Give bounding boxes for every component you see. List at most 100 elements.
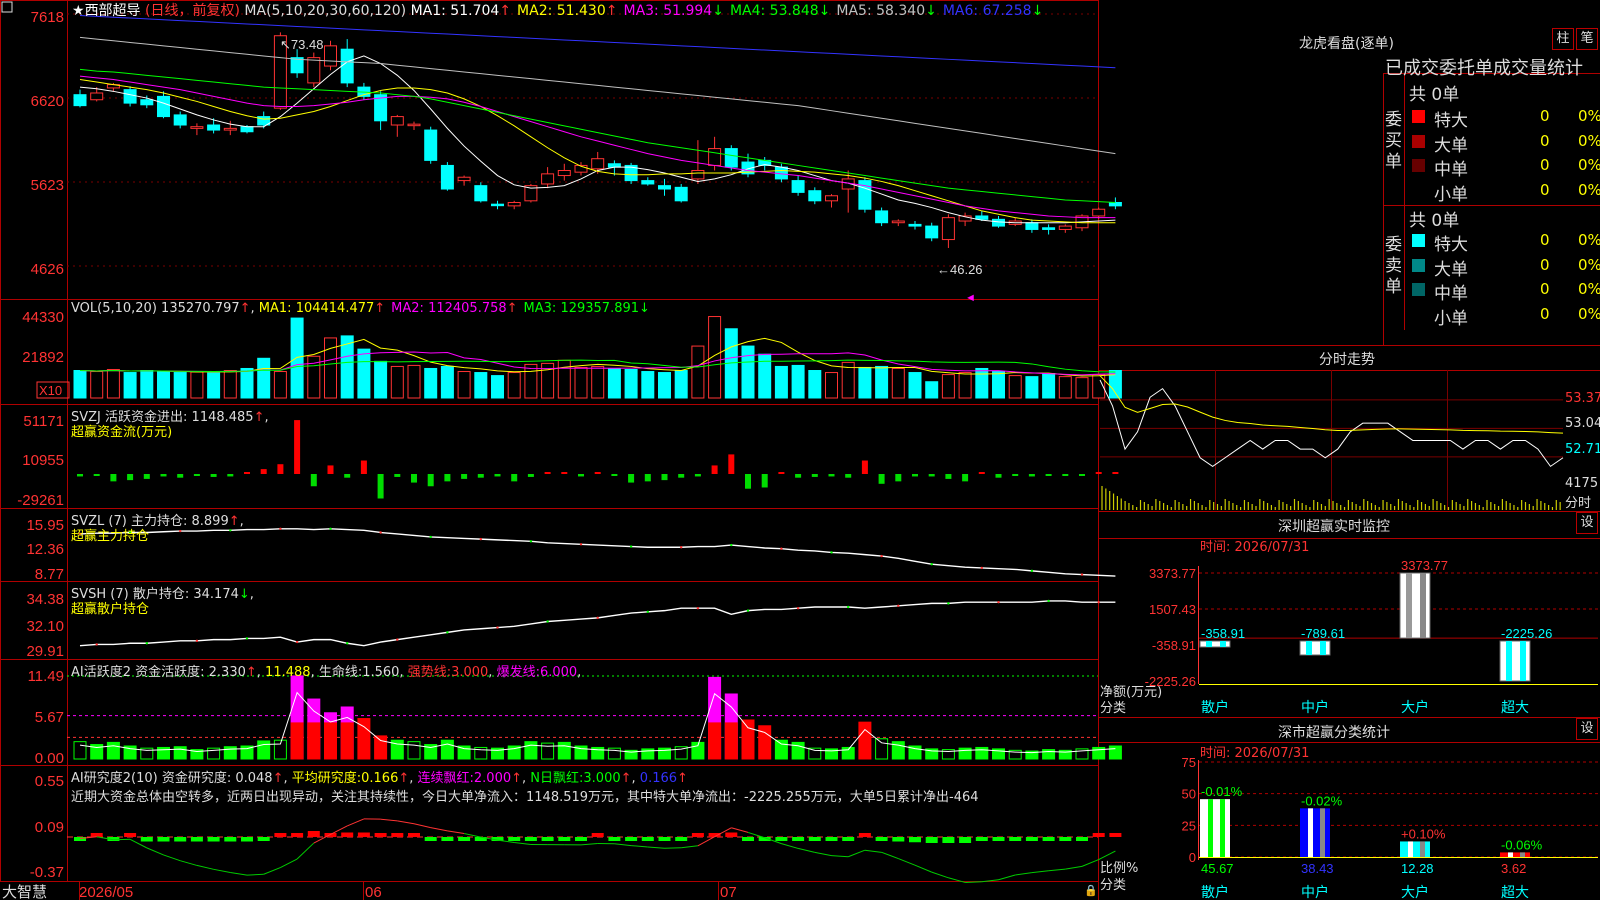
svzj-bar bbox=[745, 474, 751, 489]
ai2-trend-segment bbox=[413, 823, 431, 829]
ma-value: MA2: 51.430↑ bbox=[517, 3, 618, 19]
svzj-bar bbox=[1012, 474, 1019, 476]
svzl-point bbox=[179, 529, 182, 533]
candle bbox=[474, 185, 488, 202]
price-tick: 7618 bbox=[31, 9, 64, 26]
class-bar bbox=[1200, 799, 1230, 857]
star-icon[interactable]: ★ bbox=[72, 3, 85, 19]
svzl-point bbox=[880, 554, 883, 558]
svzj-bar bbox=[1028, 474, 1035, 477]
ai2-trend-segment bbox=[1048, 868, 1066, 872]
corner-box-icon[interactable] bbox=[1, 1, 13, 13]
ai2-trend-segment bbox=[1015, 872, 1032, 876]
ai2-trend-segment bbox=[280, 858, 298, 868]
monitor-bar bbox=[1199, 640, 1231, 648]
trend-arrow-icon: ↓ bbox=[818, 3, 831, 19]
candle bbox=[591, 158, 605, 170]
candle bbox=[541, 173, 555, 185]
class-bar-stripe bbox=[1408, 841, 1413, 857]
ai2-trend-segment bbox=[246, 873, 264, 876]
ai2-tick: 0.55 bbox=[35, 773, 64, 790]
monitor-bar-label: -358.91 bbox=[1201, 626, 1245, 641]
ai2-trend-segment bbox=[163, 854, 181, 862]
ai2-trend-segment bbox=[731, 827, 749, 833]
ai2-trend-segment bbox=[898, 858, 916, 866]
monitor-settings-button[interactable]: 设 bbox=[1576, 512, 1598, 534]
ai2-bar bbox=[357, 832, 370, 837]
volume-bar bbox=[390, 365, 404, 399]
ma-line-ma3 bbox=[79, 75, 1116, 219]
ai1-bar bbox=[1108, 745, 1122, 760]
intraday-chart bbox=[1099, 370, 1564, 510]
tick-view-button[interactable]: 笔 bbox=[1576, 28, 1598, 50]
monitor-bar-stripe bbox=[1320, 640, 1326, 655]
volume-bar bbox=[674, 370, 688, 399]
ai2-trend-segment bbox=[380, 818, 398, 822]
ai2-trend-segment bbox=[864, 849, 882, 853]
ai2-bar bbox=[942, 837, 955, 843]
pointer-icon: ◄ bbox=[965, 292, 976, 304]
class-tick: 75 bbox=[1182, 755, 1196, 770]
svzj-bar bbox=[878, 474, 885, 484]
svzj-bar bbox=[1112, 472, 1119, 474]
svzj-bar bbox=[578, 474, 584, 477]
column-view-button[interactable]: 柱 bbox=[1552, 28, 1574, 50]
price-tick: 6620 bbox=[31, 93, 64, 110]
candle bbox=[825, 195, 838, 202]
order-row-pct: 0% bbox=[1578, 180, 1600, 199]
ai2-bar bbox=[1042, 837, 1055, 841]
order-row-pct: 0% bbox=[1578, 304, 1600, 323]
order-row-label: 特大 bbox=[1434, 111, 1468, 131]
order-row-count: 0 bbox=[1540, 304, 1550, 323]
ai2-header: AI研究度2(10) 资金研究度: 0.048↑, 平均研究度:0.166↑, … bbox=[71, 771, 688, 786]
ai1-tick: 5.67 bbox=[35, 709, 64, 726]
class-settings-button[interactable]: 设 bbox=[1576, 718, 1598, 740]
volume-bar bbox=[908, 372, 922, 399]
order-row-label: 特大 bbox=[1434, 235, 1468, 255]
candle bbox=[223, 127, 237, 131]
class-bar-stripe bbox=[1320, 808, 1325, 857]
order-row-count: 0 bbox=[1540, 231, 1550, 249]
volume-bar bbox=[1025, 376, 1039, 399]
price-tick: 5623 bbox=[31, 177, 64, 194]
svzj-bar bbox=[661, 474, 668, 481]
ai2-bar bbox=[808, 837, 821, 841]
ai2-trend-segment bbox=[230, 871, 248, 876]
x-axis-ticks bbox=[79, 882, 719, 900]
ai2-bar bbox=[274, 833, 287, 837]
candle bbox=[557, 169, 571, 177]
svsh-point bbox=[195, 639, 199, 643]
lock-icon[interactable]: 🔒 bbox=[1084, 884, 1098, 897]
svzj-bar bbox=[160, 474, 167, 477]
ai2-bar bbox=[641, 837, 654, 841]
svzj-bar bbox=[344, 474, 351, 478]
ai1-bar bbox=[858, 721, 872, 760]
order-row-count: 0 bbox=[1540, 107, 1550, 125]
color-swatch bbox=[1412, 234, 1425, 247]
ai2-bar bbox=[658, 837, 671, 841]
order-row-count: 0 bbox=[1540, 131, 1550, 150]
svzj-bar bbox=[427, 474, 434, 487]
ai2-trend-segment bbox=[631, 845, 648, 848]
ai1-life-label: 生命线: bbox=[318, 665, 363, 680]
svzj-bar bbox=[294, 420, 301, 474]
svzj-bar bbox=[327, 465, 334, 474]
class-category: 超大 bbox=[1501, 884, 1529, 900]
svsh-tick: 32.10 bbox=[26, 618, 64, 635]
svzj-bar bbox=[93, 474, 100, 476]
monitor-bar-stripe bbox=[1206, 640, 1212, 647]
intraday-price-tick: 53.37 bbox=[1565, 391, 1600, 406]
ai2-bar bbox=[541, 837, 554, 841]
ai2-trend-segment bbox=[213, 868, 231, 873]
ai2-trend-segment bbox=[514, 842, 531, 846]
svzj-bar bbox=[377, 474, 384, 499]
stock-chart-canvas[interactable]: 3373.77 1507.43 -358.91 -2225.26 -358.91 散户 -7… bbox=[0, 0, 1600, 900]
stats-tabs[interactable]: 已成交委托单成交量统计 bbox=[1385, 54, 1583, 80]
date-label: 2026/05 bbox=[79, 884, 133, 900]
ai1-bar-base bbox=[290, 722, 304, 760]
svzj-bar bbox=[77, 474, 83, 477]
volume-bar bbox=[123, 372, 137, 399]
ai2-trend-segment bbox=[914, 864, 932, 873]
trend-arrow-icon: ↑ bbox=[605, 3, 618, 19]
volume-bar bbox=[474, 372, 488, 399]
